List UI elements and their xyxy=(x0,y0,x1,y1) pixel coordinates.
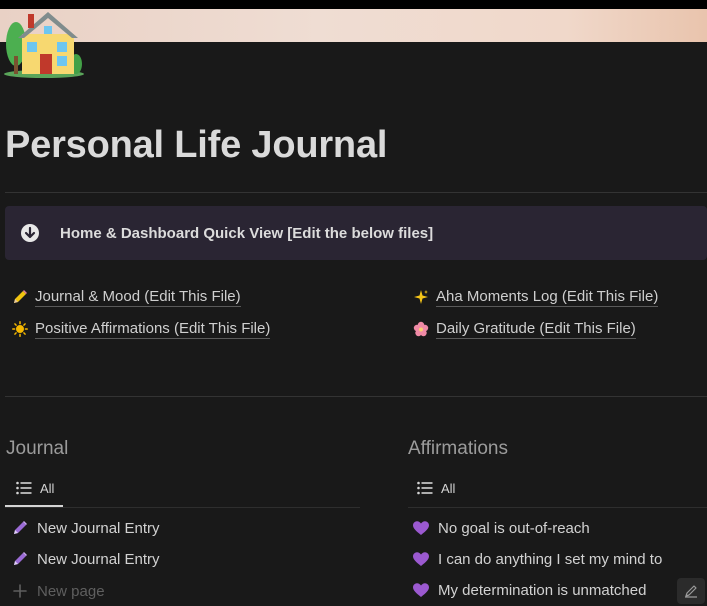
view-label: All xyxy=(40,480,55,496)
link-label: Aha Moments Log (Edit This File) xyxy=(436,287,659,307)
item-label: New Journal Entry xyxy=(37,550,160,568)
link-label: Journal & Mood (Edit This File) xyxy=(35,287,241,307)
new-page-label: New page xyxy=(37,582,105,600)
pencil-icon xyxy=(11,550,29,568)
pencil-icon xyxy=(11,288,29,306)
view-label: All xyxy=(441,480,456,496)
affirmations-view-tab-all[interactable]: All xyxy=(417,476,455,500)
purple-heart-icon xyxy=(412,519,430,537)
link-aha-moments[interactable]: Aha Moments Log (Edit This File) xyxy=(412,286,659,308)
active-tab-indicator xyxy=(5,505,63,507)
top-bar xyxy=(0,0,707,9)
flower-icon xyxy=(412,320,430,338)
cover-image[interactable] xyxy=(0,9,707,42)
purple-heart-icon xyxy=(412,581,430,599)
callout-text: Home & Dashboard Quick View [Edit the be… xyxy=(60,224,434,242)
list-icon xyxy=(16,481,32,495)
list-item[interactable]: My determination is unmatched xyxy=(412,579,646,601)
page-title[interactable]: Personal Life Journal xyxy=(5,124,387,167)
item-label: New Journal Entry xyxy=(37,519,160,537)
edit-button[interactable] xyxy=(677,578,705,604)
journal-section-title[interactable]: Journal xyxy=(6,438,68,460)
item-label: My determination is unmatched xyxy=(438,581,647,599)
house-icon[interactable] xyxy=(2,6,86,78)
new-page-button[interactable]: New page xyxy=(11,580,105,602)
callout-block[interactable]: Home & Dashboard Quick View [Edit the be… xyxy=(5,206,707,260)
purple-heart-icon xyxy=(412,550,430,568)
link-label: Daily Gratitude (Edit This File) xyxy=(436,319,636,339)
pencil-icon xyxy=(11,519,29,537)
link-positive-affirmations[interactable]: Positive Affirmations (Edit This File) xyxy=(11,318,271,340)
journal-view-tab-all[interactable]: All xyxy=(16,476,54,500)
arrow-down-circle-icon xyxy=(21,224,39,242)
link-label: Positive Affirmations (Edit This File) xyxy=(35,319,271,339)
item-label: No goal is out-of-reach xyxy=(438,519,590,537)
item-label: I can do anything I set my mind to xyxy=(438,550,663,568)
notion-page: Personal Life Journal Home & Dashboard Q… xyxy=(0,0,707,606)
tab-bar-line xyxy=(5,507,360,508)
sun-icon xyxy=(11,320,29,338)
affirmations-section-title[interactable]: Affirmations xyxy=(408,438,508,460)
link-journal-mood[interactable]: Journal & Mood (Edit This File) xyxy=(11,286,241,308)
edit-icon xyxy=(685,585,697,598)
link-daily-gratitude[interactable]: Daily Gratitude (Edit This File) xyxy=(412,318,636,340)
list-item[interactable]: I can do anything I set my mind to xyxy=(412,548,662,570)
list-icon xyxy=(417,481,433,495)
list-item[interactable]: New Journal Entry xyxy=(11,548,160,570)
tab-bar-line xyxy=(408,507,707,508)
list-item[interactable]: No goal is out-of-reach xyxy=(412,517,590,539)
divider xyxy=(5,192,707,193)
sparkles-icon xyxy=(412,288,430,306)
plus-icon xyxy=(11,582,29,600)
list-item[interactable]: New Journal Entry xyxy=(11,517,160,539)
divider xyxy=(5,396,707,397)
